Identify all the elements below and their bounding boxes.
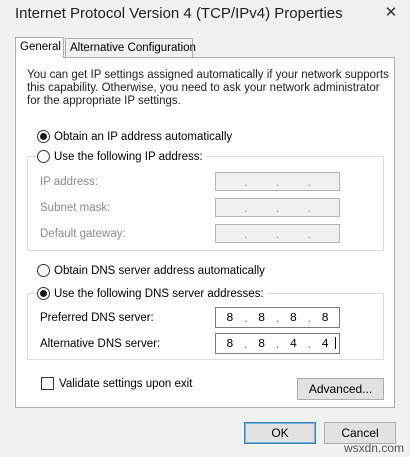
radio-button[interactable] — [37, 150, 50, 163]
general-panel: You can get IP settings assigned automat… — [15, 57, 395, 408]
validate-settings-label: Validate settings upon exit — [59, 377, 193, 390]
obtain-ip-auto-label: Obtain an IP address automatically — [54, 130, 233, 143]
subnet-mask-label: Subnet mask: — [40, 202, 111, 214]
radio-obtain-ip-auto[interactable]: Obtain an IP address automatically — [37, 130, 236, 143]
validate-settings-checkbox[interactable] — [41, 377, 54, 390]
ok-button[interactable]: OK — [244, 422, 316, 444]
alternative-dns-label: Alternative DNS server: — [40, 338, 161, 350]
alternative-dns-field[interactable]: 8. 8. 4. 4 — [215, 333, 340, 354]
preferred-dns-field[interactable]: 8. 8. 8. 8 — [215, 307, 340, 328]
validate-settings-checkbox-row[interactable]: Validate settings upon exit — [41, 377, 192, 390]
radio-use-following-ip[interactable]: Use the following IP address: — [37, 150, 206, 163]
radio-button[interactable] — [37, 287, 50, 300]
text-caret — [335, 337, 336, 349]
radio-selected-dot — [40, 133, 47, 140]
octet-2: 8 — [258, 336, 266, 351]
octet-3: 4 — [289, 336, 297, 351]
ip-address-label: IP address: — [40, 176, 98, 188]
intro-text: You can get IP settings assigned automat… — [27, 69, 389, 107]
title-bar: Internet Protocol Version 4 (TCP/IPv4) P… — [0, 0, 410, 30]
close-icon: ✕ — [384, 3, 398, 21]
tab-general[interactable]: General — [15, 37, 64, 58]
octet-1: 8 — [226, 310, 234, 325]
radio-use-following-dns[interactable]: Use the following DNS server addresses: — [37, 287, 267, 300]
close-button[interactable]: ✕ — [378, 2, 404, 22]
tab-alternative-configuration[interactable]: Alternative Configuration — [65, 38, 196, 57]
radio-obtain-dns-auto[interactable]: Obtain DNS server address automatically — [37, 264, 268, 277]
advanced-button[interactable]: Advanced... — [297, 378, 384, 400]
octet-4: 8 — [321, 310, 329, 325]
default-gateway-field[interactable]: . . . — [215, 224, 340, 243]
ip-address-field[interactable]: . . . — [215, 172, 340, 191]
window-title: Internet Protocol Version 4 (TCP/IPv4) P… — [15, 5, 343, 22]
radio-selected-dot — [40, 290, 47, 297]
octet-3: 8 — [289, 310, 297, 325]
radio-button[interactable] — [37, 130, 50, 143]
subnet-mask-field[interactable]: . . . — [215, 198, 340, 217]
octet-1: 8 — [226, 336, 234, 351]
watermark: wsxdn.com — [343, 441, 404, 455]
default-gateway-label: Default gateway: — [40, 228, 126, 240]
radio-button[interactable] — [37, 264, 50, 277]
octet-2: 8 — [258, 310, 266, 325]
obtain-dns-auto-label: Obtain DNS server address automatically — [54, 264, 265, 277]
use-following-dns-label: Use the following DNS server addresses: — [54, 287, 264, 300]
preferred-dns-label: Preferred DNS server: — [40, 312, 154, 324]
use-following-ip-label: Use the following IP address: — [54, 150, 203, 163]
